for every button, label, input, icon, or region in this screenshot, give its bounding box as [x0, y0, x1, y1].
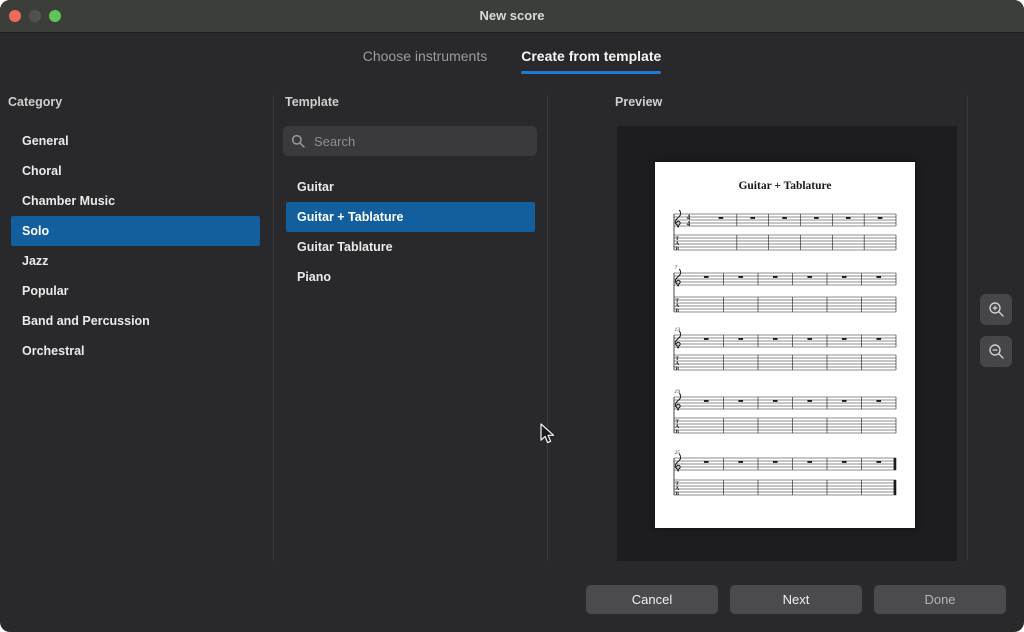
template-item-guitar-tablature[interactable]: Guitar + Tablature: [286, 202, 535, 232]
search-icon: [291, 134, 305, 148]
svg-text:B: B: [675, 246, 679, 252]
svg-text:B: B: [675, 366, 679, 372]
svg-text:B: B: [675, 491, 679, 497]
active-tab-underline: [521, 71, 662, 74]
template-item-guitar[interactable]: Guitar: [286, 172, 535, 202]
panel-divider: [547, 95, 548, 561]
template-panel-header: Template: [285, 95, 339, 109]
mouse-cursor: [540, 423, 555, 444]
score-preview-svg: Guitar + Tablature44TAB7TAB13TAB19TAB25T…: [673, 180, 897, 497]
svg-text:25: 25: [675, 450, 681, 456]
new-score-dialog: New score Choose instruments Create from …: [0, 0, 1024, 632]
zoom-out-icon: [988, 344, 1004, 359]
preview-panel-header: Preview: [615, 95, 663, 109]
category-item-choral[interactable]: Choral: [11, 156, 260, 186]
svg-text:4: 4: [687, 220, 691, 228]
zoom-in-button[interactable]: [980, 294, 1012, 325]
svg-text:B: B: [675, 429, 679, 435]
category-panel-header: Category: [8, 95, 63, 109]
category-item-band-and-percussion[interactable]: Band and Percussion: [11, 306, 260, 336]
panel-divider: [967, 95, 968, 561]
score-preview-page: Guitar + Tablature 4 4 T A B 7 T A B 13 T A B 19 T A B 25 T…: [655, 162, 915, 528]
zoom-out-button[interactable]: [980, 336, 1012, 367]
next-button[interactable]: Next: [730, 585, 862, 614]
search-box[interactable]: [283, 126, 537, 156]
tab-choose-instruments[interactable]: Choose instruments: [363, 48, 488, 74]
category-item-solo[interactable]: Solo: [11, 216, 260, 246]
category-item-jazz[interactable]: Jazz: [11, 246, 260, 276]
category-item-chamber-music[interactable]: Chamber Music: [11, 186, 260, 216]
template-item-piano[interactable]: Piano: [286, 262, 535, 292]
category-item-orchestral[interactable]: Orchestral: [11, 336, 260, 366]
category-list: General Choral Chamber Music Solo Jazz Popula…: [0, 126, 273, 366]
svg-text:Guitar + Tablature: Guitar + Tablature: [738, 180, 831, 192]
svg-text:13: 13: [675, 327, 681, 333]
titlebar: New score: [0, 0, 1024, 33]
category-item-general[interactable]: General: [11, 126, 260, 156]
search-input[interactable]: [312, 132, 529, 150]
tab-create-from-template[interactable]: Create from template: [521, 48, 662, 74]
done-button[interactable]: Done: [874, 585, 1006, 614]
category-item-popular[interactable]: Popular: [11, 276, 260, 306]
panel-divider: [273, 95, 274, 561]
svg-text:B: B: [675, 308, 679, 314]
window-title: New score: [479, 8, 545, 23]
svg-text:7: 7: [675, 265, 678, 271]
cancel-button[interactable]: Cancel: [586, 585, 718, 614]
tab-bar: Choose instruments Create from template: [0, 48, 1024, 74]
svg-text:19: 19: [675, 389, 681, 395]
template-list: Guitar Guitar + Tablature Guitar Tablature…: [275, 172, 547, 292]
preview-area: Guitar + Tablature 4 4 T A B 7 T A B 13 T A B 19 T A B 25 T…: [617, 126, 957, 561]
zoom-in-icon: [988, 302, 1004, 317]
template-item-guitar-tablature[interactable]: Guitar Tablature: [286, 232, 535, 262]
